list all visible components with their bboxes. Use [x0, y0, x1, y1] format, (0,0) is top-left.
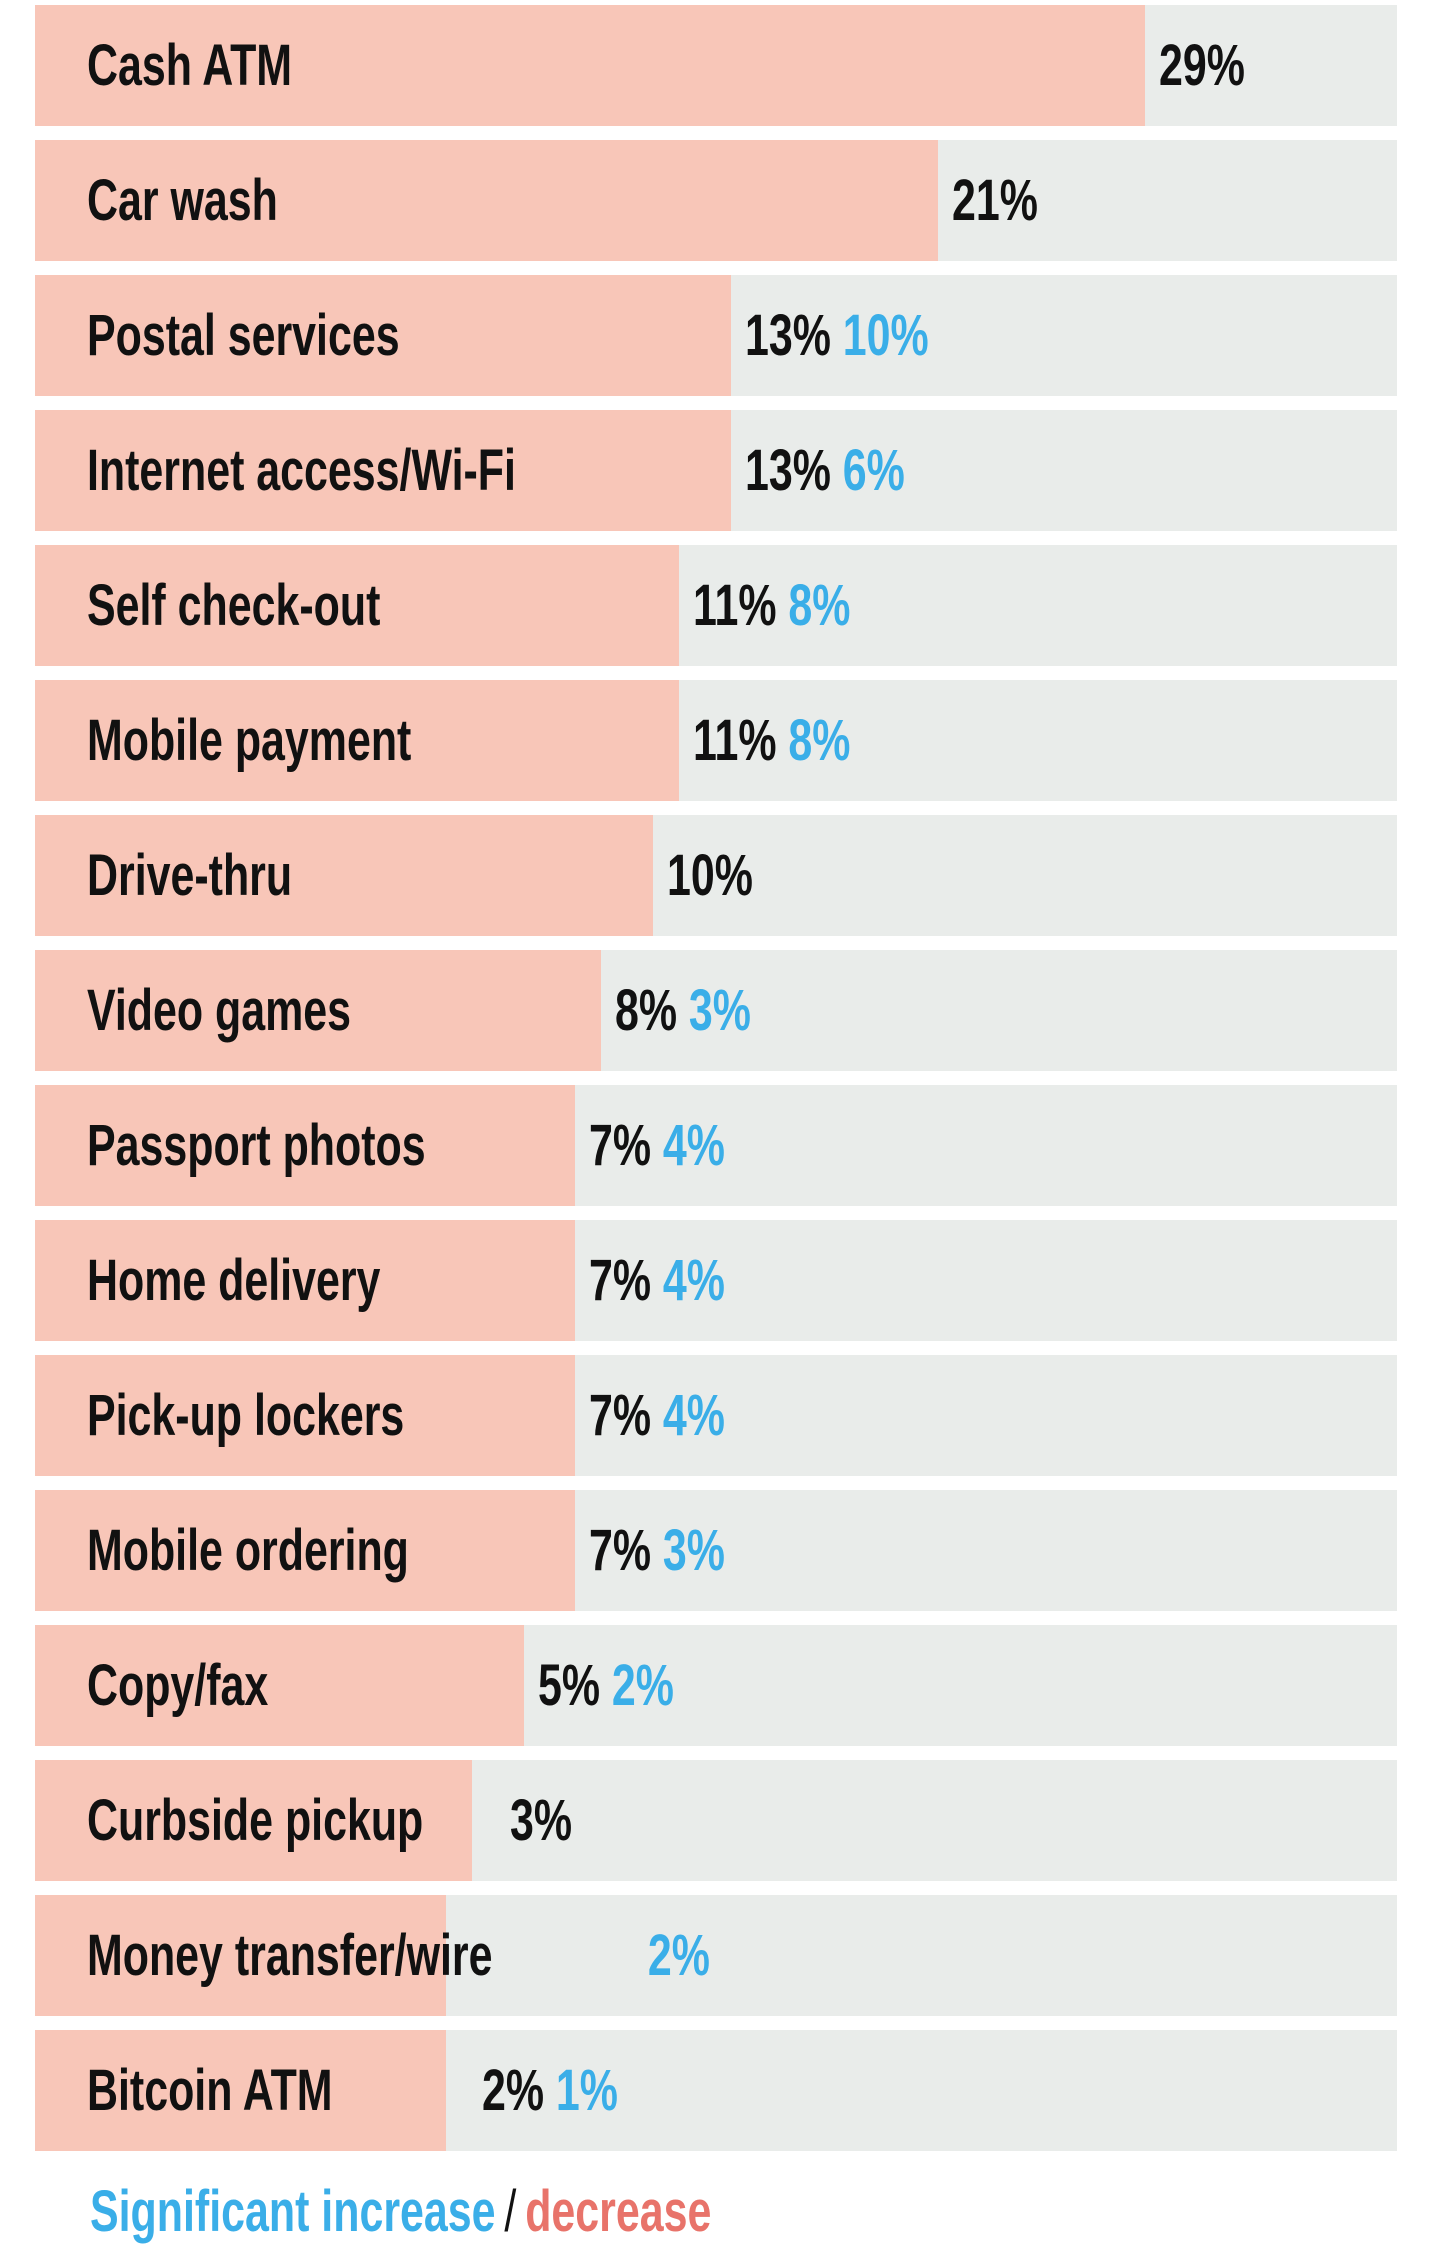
value-label: 21% [951, 168, 1038, 233]
bar-row: Car wash 21% [35, 140, 1397, 261]
bar-row: Mobile payment 11% 8% [35, 680, 1397, 801]
category-label: Postal services [87, 303, 400, 368]
bar-row: Mobile ordering 7% 3% [35, 1490, 1397, 1611]
bar-row: Cash ATM 29% [35, 5, 1397, 126]
bar-row: Bitcoin ATM 2% 1% [35, 2030, 1397, 2151]
change-label: 3% [663, 1518, 726, 1583]
category-label: Curbside pickup [87, 1788, 424, 1853]
value-group: 13% 10% [745, 275, 929, 396]
category-label: Mobile payment [87, 708, 412, 773]
value-group: 7% 4% [589, 1355, 725, 1476]
category-label: Video games [87, 978, 352, 1043]
bar-row: Video games 8% 3% [35, 950, 1397, 1071]
value-label: 7% [589, 1248, 652, 1313]
value-group: 2% 1% [482, 2030, 618, 2151]
category-label: Mobile ordering [87, 1518, 409, 1583]
bar-row: Curbside pickup 3% [35, 1760, 1397, 1881]
change-label: 2% [647, 1923, 710, 1988]
legend-separator: / [504, 2179, 517, 2244]
bar-row: Self check-out 11% 8% [35, 545, 1397, 666]
value-label: 7% [589, 1518, 652, 1583]
value-group: 29% [1159, 5, 1257, 126]
change-label: 2% [611, 1653, 674, 1718]
change-label: 8% [788, 573, 851, 638]
bar-row: Home delivery 7% 4% [35, 1220, 1397, 1341]
value-label: 10% [667, 843, 753, 908]
change-label: 4% [663, 1383, 726, 1448]
bar-row: Money transfer/wire 2% [35, 1895, 1397, 2016]
change-label: 8% [788, 708, 851, 773]
value-label: 11% [692, 708, 777, 773]
value-group: 13% 6% [745, 410, 905, 531]
value-label: 3% [509, 1788, 572, 1853]
bar-row: Drive-thru 10% [35, 815, 1397, 936]
value-group: 8% 3% [615, 950, 751, 1071]
value-label: 2% [481, 2058, 544, 2123]
value-group: 3% [510, 1760, 584, 1881]
change-label: 1% [555, 2058, 618, 2123]
category-label: Drive-thru [87, 843, 293, 908]
legend-decrease-label: decrease [525, 2179, 712, 2244]
category-label: Home delivery [87, 1248, 381, 1313]
category-label: Internet access/Wi-Fi [87, 438, 516, 503]
change-label: 10% [842, 303, 929, 368]
category-label: Self check-out [87, 573, 381, 638]
bar-row: Pick-up lockers 7% 4% [35, 1355, 1397, 1476]
bar-row: Internet access/Wi-Fi 13% 6% [35, 410, 1397, 531]
value-label: 11% [692, 573, 777, 638]
bar-row: Copy/fax 5% 2% [35, 1625, 1397, 1746]
category-label: Copy/fax [87, 1653, 269, 1718]
value-group: 11% 8% [693, 545, 850, 666]
change-label: 3% [689, 978, 752, 1043]
value-group: 10% [667, 815, 765, 936]
value-group: 21% [952, 140, 1050, 261]
category-label: Pick-up lockers [87, 1383, 405, 1448]
value-group: 7% 4% [589, 1220, 725, 1341]
value-group: 2% [636, 1895, 710, 2016]
change-label: 4% [663, 1248, 726, 1313]
value-label: 8% [615, 978, 678, 1043]
value-label: 7% [589, 1113, 652, 1178]
value-label: 5% [537, 1653, 600, 1718]
legend-increase-label: Significant increase [90, 2179, 496, 2244]
bar-row: Postal services 13% 10% [35, 275, 1397, 396]
value-group: 7% 4% [589, 1085, 725, 1206]
value-label: 13% [744, 303, 831, 368]
category-label: Passport photos [87, 1113, 426, 1178]
bar-row: Passport photos 7% 4% [35, 1085, 1397, 1206]
category-label: Cash ATM [87, 33, 293, 98]
category-label: Money transfer/wire [87, 1923, 493, 1988]
category-label: Bitcoin ATM [87, 2058, 333, 2123]
value-group: 5% 2% [538, 1625, 674, 1746]
value-label: 29% [1159, 33, 1246, 98]
category-label: Car wash [87, 168, 278, 233]
value-group: 11% 8% [693, 680, 850, 801]
value-label: 13% [744, 438, 831, 503]
change-label: 4% [663, 1113, 726, 1178]
change-label: 6% [842, 438, 905, 503]
legend: Significant increase / decrease [90, 2178, 711, 2245]
value-label: 7% [589, 1383, 652, 1448]
value-group: 7% 3% [589, 1490, 725, 1611]
